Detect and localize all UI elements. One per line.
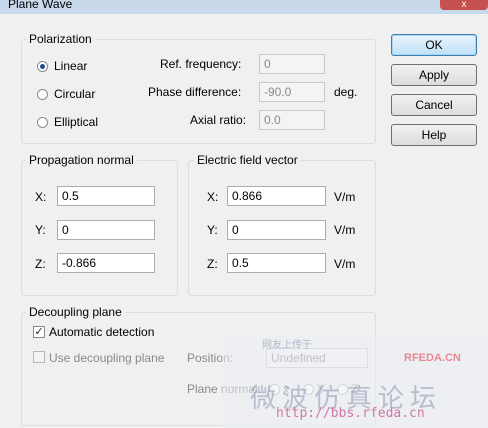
- propagation-z-input[interactable]: -0.866: [57, 253, 155, 273]
- efield-z-input[interactable]: 0.5: [227, 253, 326, 273]
- efield-y-unit: V/m: [334, 223, 356, 237]
- automatic-detection-label: Automatic detection: [49, 325, 155, 339]
- decoupling-plane-label: Decoupling plane: [26, 305, 125, 319]
- phase-difference-label: Phase difference:: [148, 85, 242, 99]
- apply-button[interactable]: Apply: [391, 64, 477, 86]
- polarization-group-label: Polarization: [26, 32, 95, 46]
- use-decoupling-plane-label: Use decoupling plane: [49, 351, 165, 365]
- radio-elliptical-label: Elliptical: [54, 115, 99, 129]
- electric-field-label: Electric field vector: [194, 153, 301, 167]
- use-decoupling-plane-checkbox[interactable]: [33, 351, 45, 363]
- radio-linear-label: Linear: [54, 59, 88, 73]
- ok-button[interactable]: OK: [391, 34, 477, 56]
- watermark-small-text: 网友上传于: [262, 340, 312, 351]
- watermark-brand: RFEDA.CN: [404, 352, 461, 364]
- efield-x-label: X:: [207, 190, 219, 204]
- efield-x-input[interactable]: 0.866: [227, 186, 326, 206]
- close-button[interactable]: x: [440, 0, 488, 10]
- propagation-x-label: X:: [35, 190, 47, 204]
- ref-frequency-label: Ref. frequency:: [160, 57, 242, 71]
- efield-y-label: Y:: [207, 223, 218, 237]
- radio-circular[interactable]: [37, 89, 48, 100]
- propagation-x-input[interactable]: 0.5: [57, 186, 155, 206]
- phase-difference-unit: deg.: [334, 85, 358, 99]
- axial-ratio-input[interactable]: 0.0: [259, 110, 325, 130]
- efield-x-unit: V/m: [334, 190, 356, 204]
- efield-z-unit: V/m: [334, 257, 356, 271]
- propagation-normal-label: Propagation normal: [26, 153, 137, 167]
- radio-circular-label: Circular: [54, 87, 96, 101]
- phase-difference-input[interactable]: -90.0: [259, 82, 325, 102]
- axial-ratio-label: Axial ratio:: [190, 113, 247, 127]
- efield-y-input[interactable]: 0: [227, 220, 326, 240]
- close-icon: x: [461, 0, 467, 10]
- position-input[interactable]: Undefined: [266, 348, 368, 368]
- cancel-button[interactable]: Cancel: [391, 94, 477, 116]
- propagation-y-label: Y:: [35, 223, 46, 237]
- efield-z-label: Z:: [207, 257, 218, 271]
- title-bar: Plane Wave x: [0, 0, 488, 14]
- automatic-detection-checkbox[interactable]: ✓: [33, 326, 45, 338]
- help-button[interactable]: Help: [391, 124, 477, 146]
- window-title: Plane Wave: [8, 0, 73, 11]
- watermark-url: http://bbs.rfeda.cn: [276, 406, 425, 421]
- propagation-y-input[interactable]: 0: [57, 220, 155, 240]
- ref-frequency-input[interactable]: 0: [259, 54, 325, 74]
- propagation-z-label: Z:: [35, 257, 46, 271]
- position-label: Position:: [187, 351, 234, 365]
- radio-elliptical[interactable]: [37, 117, 48, 128]
- radio-linear[interactable]: [37, 61, 48, 72]
